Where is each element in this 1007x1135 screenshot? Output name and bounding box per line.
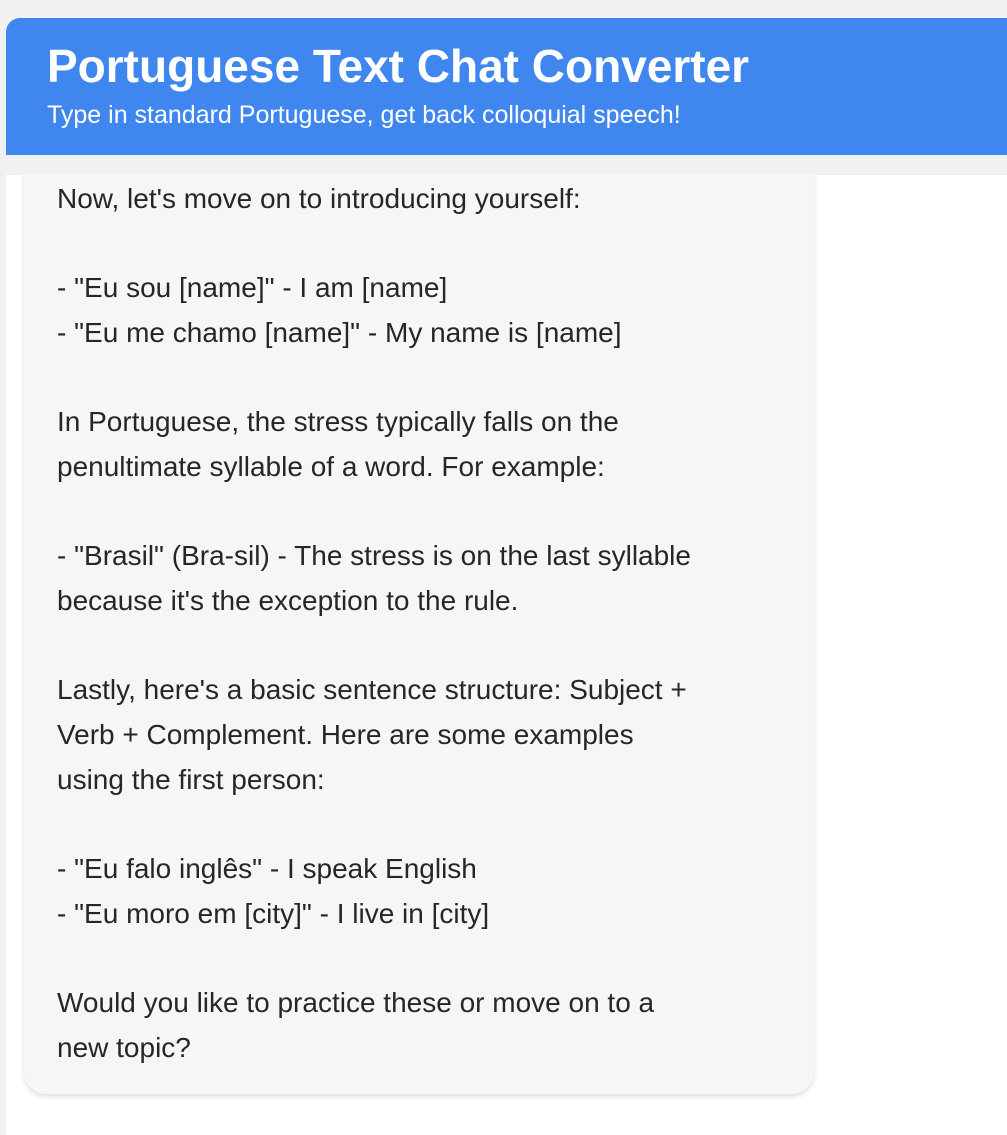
message-line: - "Eu moro em [city]" - I live in [city] — [57, 898, 490, 929]
message-line: Would you like to practice these or move… — [57, 987, 655, 1018]
message-line: new topic? — [57, 1032, 191, 1063]
message-line: In Portuguese, the stress typically fall… — [57, 406, 619, 437]
message-line: - "Eu me chamo [name]" - My name is [nam… — [57, 317, 622, 348]
message-line: - "Eu falo inglês" - I speak English — [57, 853, 477, 884]
message-line: because it's the exception to the rule. — [57, 585, 519, 616]
message-line: using the first person: — [57, 764, 325, 795]
app-header: Portuguese Text Chat Converter Type in s… — [6, 18, 1007, 155]
app-title: Portuguese Text Chat Converter — [47, 40, 750, 92]
message-line: Verb + Complement. Here are some example… — [57, 719, 634, 750]
message-line: Lastly, here's a basic sentence structur… — [57, 674, 687, 705]
message-line: - "Eu sou [name]" - I am [name] — [57, 272, 448, 303]
message-line: penultimate syllable of a word. For exam… — [57, 451, 605, 482]
assistant-message-bubble: Now, let's move on to introducing yourse… — [24, 175, 814, 1094]
app-subtitle: Type in standard Portuguese, get back co… — [47, 101, 681, 129]
app-page: Portuguese Text Chat Converter Type in s… — [0, 0, 1007, 1135]
chat-area[interactable]: Now, let's move on to introducing yourse… — [6, 175, 1007, 1135]
message-line: - "Brasil" (Bra-sil) - The stress is on … — [57, 540, 691, 571]
message-line: Now, let's move on to introducing yourse… — [57, 183, 581, 214]
